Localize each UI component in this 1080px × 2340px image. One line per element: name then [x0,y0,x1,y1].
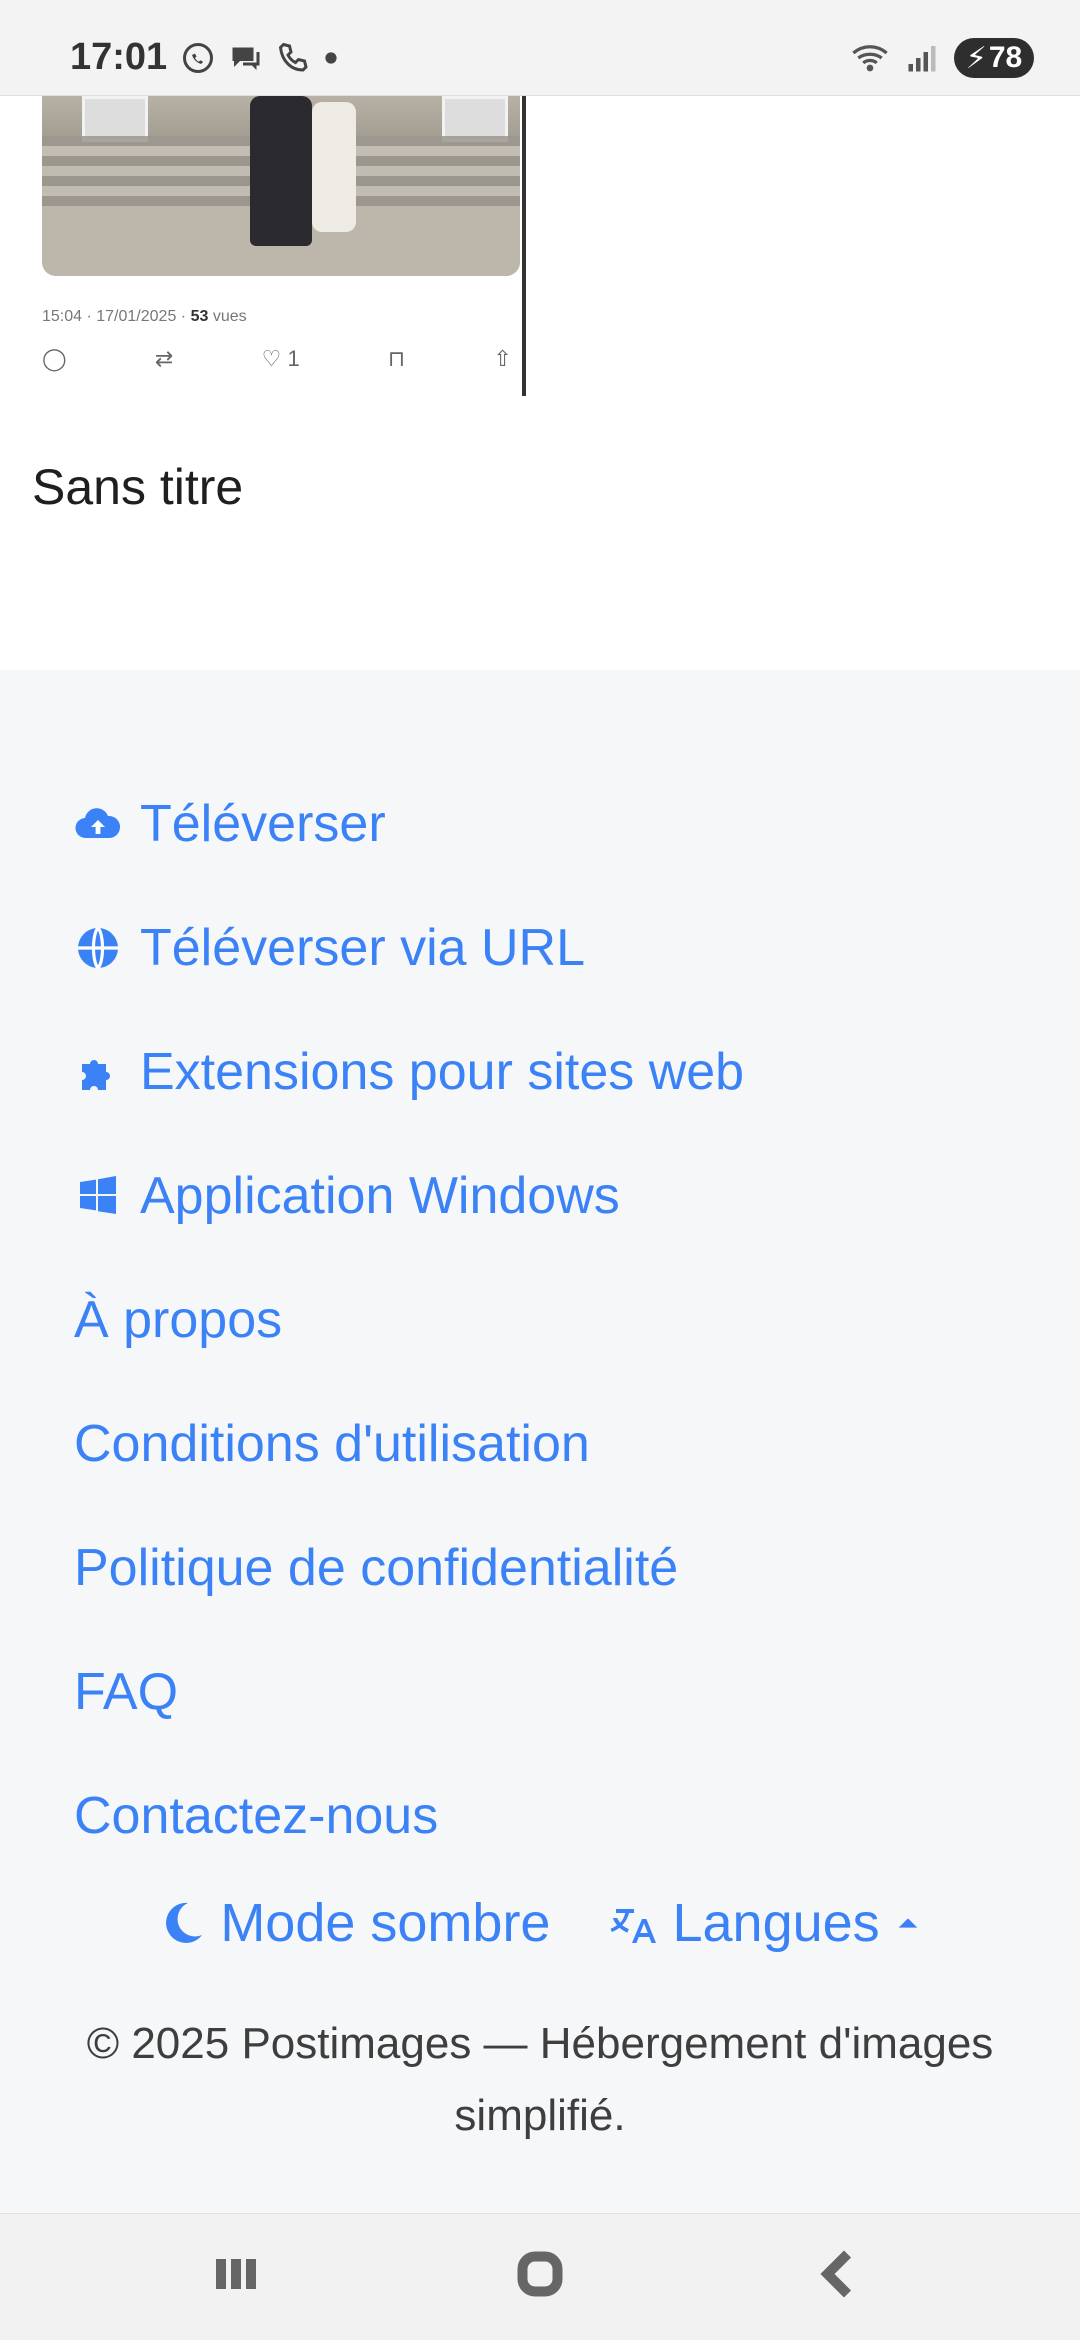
footer-links: Téléverser Téléverser via URL Extensions… [74,762,744,1878]
wifi-icon [852,45,888,72]
back-icon [820,2250,852,2298]
languages-dropdown[interactable]: Langues [610,1892,921,1954]
link-privacy[interactable]: Politique de confidentialité [74,1506,744,1630]
like-count: 1 [287,346,300,371]
signal-icon [908,46,936,72]
dark-mode-toggle[interactable]: Mode sombre [158,1892,550,1954]
tweet-views-count: 53 [190,308,209,325]
link-faq[interactable]: FAQ [74,1630,744,1754]
caret-up-icon [898,1918,918,1928]
recent-apps-icon [216,2259,256,2289]
wifi-calling-icon [278,42,308,72]
reply-icon: ◯ [42,346,67,371]
like-icon: ♡ 1 [261,346,300,371]
status-time: 17:01 [70,36,168,78]
tweet-actions: ◯ ⇄ ♡ 1 ⊓ ⇧ [42,346,512,372]
battery-indicator: ⚡ 78 [954,38,1034,78]
uploaded-image[interactable]: 15:04 · 17/01/2025 · 53 vues ◯ ⇄ ♡ 1 ⊓ ⇧ [0,96,1080,396]
battery-level: 78 [988,41,1023,74]
translate-icon [611,1909,657,1943]
link-upload[interactable]: Téléverser [74,762,744,886]
retweet-icon: ⇄ [154,346,174,371]
home-button[interactable] [500,2244,580,2304]
charging-icon: ⚡ [965,41,987,75]
share-icon: ⇧ [493,346,512,371]
link-contact[interactable]: Contactez-nous [74,1754,744,1878]
back-button[interactable] [800,2244,880,2304]
dot-icon [325,52,337,64]
moon-icon [166,1902,203,1943]
chat-bubble-icon [232,47,260,70]
status-system-icons: ⚡ 78 [850,38,1034,78]
link-upload-url[interactable]: Téléverser via URL [74,886,744,1010]
footer: Téléverser Téléverser via URL Extensions… [0,670,1080,2213]
status-bar: 17:01 ⚡ 78 [0,0,1080,96]
image-divider [522,96,526,396]
image-title: Sans titre [32,459,244,515]
system-nav-bar [0,2213,1080,2340]
globe-icon [78,926,118,970]
puzzle-icon [82,1060,110,1090]
cloud-upload-icon [75,808,121,839]
link-about[interactable]: À propos [74,1258,744,1382]
link-terms[interactable]: Conditions d'utilisation [74,1382,744,1506]
footer-controls: Mode sombre Langues [0,1892,1080,1954]
whatsapp-icon [183,43,213,73]
tweet-views-label: vues [212,308,247,325]
photo [42,96,520,276]
home-icon [517,2251,563,2297]
windows-icon [80,1176,116,1214]
copyright-text: © 2025 Postimages — Hébergement d'images… [86,2019,994,2140]
bookmark-icon: ⊓ [388,346,406,371]
tweet-meta: 15:04 · 17/01/2025 · 53 vues [42,308,247,326]
recent-apps-button[interactable] [196,2244,276,2304]
tweet-timestamp: 15:04 · 17/01/2025 · [42,308,187,325]
link-extensions[interactable]: Extensions pour sites web [74,1010,744,1134]
status-notification-icons [180,40,338,76]
link-windows-app[interactable]: Application Windows [74,1134,744,1258]
